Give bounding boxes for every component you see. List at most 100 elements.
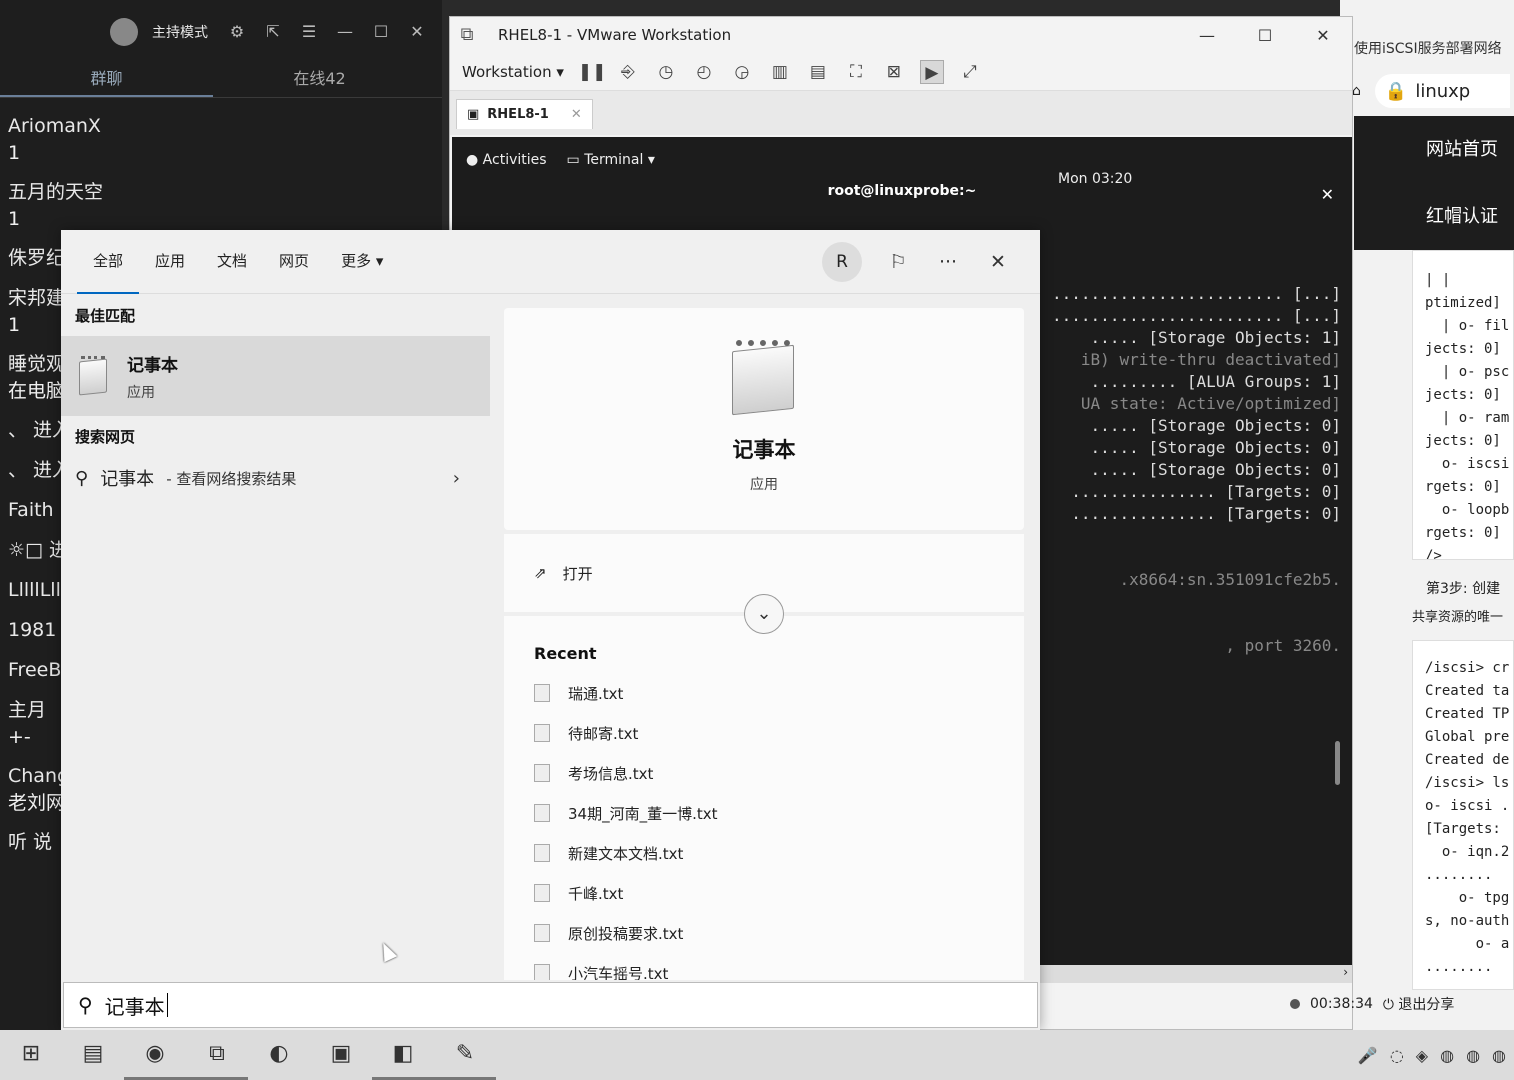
vmware-icon[interactable]: ⧉ bbox=[186, 1030, 248, 1080]
snapshot-manager-icon[interactable]: ◶ bbox=[730, 60, 754, 84]
recent-file-name: 瑞通.txt bbox=[568, 684, 624, 703]
close-icon[interactable]: ✕ bbox=[1321, 185, 1334, 204]
app-detail-card: 记事本 应用 bbox=[504, 308, 1024, 530]
terminal-line: ........................ [...] bbox=[1052, 306, 1341, 325]
best-match-item[interactable]: 记事本 应用 bbox=[61, 336, 490, 416]
search-box[interactable]: ⚲ 记事本 bbox=[63, 982, 1038, 1028]
notepad-icon bbox=[77, 356, 111, 396]
settings-icon[interactable]: ⚙ bbox=[226, 21, 248, 43]
terminal-line: , port 3260. bbox=[1225, 636, 1341, 655]
search-input[interactable]: 记事本 bbox=[105, 991, 165, 1020]
horizontal-scrollbar[interactable]: › bbox=[1040, 965, 1352, 983]
user-avatar[interactable]: R bbox=[822, 241, 862, 282]
file-explorer-icon[interactable]: ▤ bbox=[62, 1030, 124, 1080]
workstation-menu[interactable]: Workstation ▾ bbox=[462, 63, 564, 81]
recent-file-item[interactable]: 考场信息.txt bbox=[534, 753, 994, 793]
expand-button[interactable]: ⌄ bbox=[504, 594, 1024, 634]
filter-more[interactable]: 更多 ▾ bbox=[325, 230, 399, 294]
tab-online[interactable]: 在线42 bbox=[213, 64, 426, 97]
more-options-icon[interactable]: ··· bbox=[934, 251, 962, 273]
recent-file-item[interactable]: 新建文本文档.txt bbox=[534, 833, 994, 873]
browser-tab-title[interactable]: 使用iSCSI服务部署网络 bbox=[1354, 38, 1502, 58]
share-timer: 00:38:34 bbox=[1310, 996, 1373, 1012]
minimize-icon[interactable]: — bbox=[1178, 26, 1236, 45]
maximize-icon[interactable]: ☐ bbox=[1236, 26, 1294, 45]
recent-file-name: 考场信息.txt bbox=[568, 764, 654, 783]
recent-file-name: 千峰.txt bbox=[568, 884, 624, 903]
recent-files-card: Recent 瑞通.txt 待邮寄.txt 考场信息.txt 34期_河南_董一博.t… bbox=[504, 616, 1024, 980]
maximize-icon[interactable]: ☐ bbox=[370, 21, 392, 43]
network-icon[interactable]: ◈ bbox=[1416, 1046, 1428, 1065]
recent-file-item[interactable]: 待邮寄.txt bbox=[534, 713, 994, 753]
revert-snapshot-icon[interactable]: ◴ bbox=[692, 60, 716, 84]
filter-documents[interactable]: 文档 bbox=[201, 230, 263, 294]
chevron-right-icon[interactable]: › bbox=[453, 468, 460, 489]
chat-app-2-icon[interactable]: ◍ bbox=[1466, 1046, 1480, 1065]
popout-icon[interactable]: ⇱ bbox=[262, 21, 284, 43]
recent-file-name: 原创投稿要求.txt bbox=[568, 924, 684, 943]
tray-app-icon[interactable]: ◌ bbox=[1390, 1046, 1404, 1065]
thumbnail-bar-icon[interactable]: ▤ bbox=[806, 60, 830, 84]
fullscreen-icon[interactable]: ⛶ bbox=[844, 60, 868, 84]
workstation-menu-label: Workstation bbox=[462, 62, 552, 81]
feedback-icon[interactable]: ⚐ bbox=[884, 251, 912, 273]
stretch-icon[interactable]: ⤢ bbox=[958, 60, 982, 84]
vmware-toolbar: Workstation ▾ ❚❚ ⎆ ◷ ◴ ◶ ▥ ▤ ⛶ ⊠ ▶ ⤢ bbox=[450, 53, 1352, 91]
filter-all[interactable]: 全部 bbox=[77, 230, 140, 294]
menu-icon[interactable]: ☰ bbox=[298, 21, 320, 43]
address-text: linuxp bbox=[1415, 80, 1471, 102]
terminal-app-menu[interactable]: ▭ Terminal ▾ bbox=[567, 152, 655, 168]
text-file-icon bbox=[534, 804, 550, 822]
terminal-icon: ▭ bbox=[566, 152, 580, 168]
exit-share-button[interactable]: ⏻ 退出分享 bbox=[1383, 994, 1455, 1014]
vm-tab[interactable]: ▣ RHEL8-1 ✕ bbox=[456, 99, 593, 129]
recent-file-item[interactable]: 千峰.txt bbox=[534, 873, 994, 913]
close-icon[interactable]: ✕ bbox=[406, 21, 428, 43]
web-query: 记事本 bbox=[100, 469, 155, 490]
chrome-icon[interactable]: ◉ bbox=[124, 1030, 186, 1080]
taskbar: ⊞ ▤ ◉ ⧉ ◐ ▣ ◧ ✎ 🎤 ◌ ◈ ◍ ◍ ◍ bbox=[0, 1030, 1514, 1080]
snapshot-icon[interactable]: ◷ bbox=[654, 60, 678, 84]
close-icon[interactable]: ✕ bbox=[984, 251, 1012, 273]
nav-home-link[interactable]: 网站首页 bbox=[1354, 116, 1514, 183]
send-ctrl-alt-del-icon[interactable]: ⎆ bbox=[616, 60, 640, 84]
screen-app-icon[interactable]: ▣ bbox=[310, 1030, 372, 1080]
minimize-icon[interactable]: — bbox=[334, 21, 356, 43]
text-file-icon bbox=[534, 924, 550, 942]
address-bar[interactable]: 🔒 linuxp bbox=[1374, 74, 1510, 108]
pause-icon[interactable]: ❚❚ bbox=[578, 60, 607, 84]
web-search-result[interactable]: ⚲ 记事本 - 查看网络搜索结果 › bbox=[61, 457, 490, 499]
chat-app-3-icon[interactable]: ◍ bbox=[1492, 1046, 1506, 1065]
close-icon[interactable]: ✕ bbox=[1294, 26, 1352, 45]
unity-icon[interactable]: ⊠ bbox=[882, 60, 906, 84]
lock-icon: 🔒 bbox=[1384, 80, 1408, 102]
filter-web[interactable]: 网页 bbox=[263, 230, 325, 294]
nav-redhat-link[interactable]: 红帽认证 bbox=[1354, 183, 1514, 250]
recent-file-item[interactable]: 34期_河南_董一博.txt bbox=[534, 793, 994, 833]
recent-list: 瑞通.txt 待邮寄.txt 考场信息.txt 34期_河南_董一博.txt 新建文本文… bbox=[534, 673, 994, 980]
close-tab-icon[interactable]: ✕ bbox=[571, 107, 582, 122]
recent-file-item[interactable]: 瑞通.txt bbox=[534, 673, 994, 713]
activities-button[interactable]: ● Activities bbox=[466, 152, 547, 168]
tab-group-chat[interactable]: 群聊 bbox=[0, 64, 213, 97]
filter-apps[interactable]: 应用 bbox=[139, 230, 201, 294]
host-mode-label: 主持模式 bbox=[152, 25, 208, 41]
vmware-title: RHEL8-1 - VMware Workstation bbox=[498, 26, 732, 44]
vmware-app-icon: ⧉ bbox=[460, 24, 474, 45]
chat-app-icon[interactable]: ◍ bbox=[1440, 1046, 1454, 1065]
capture-app-icon[interactable]: ◧ bbox=[372, 1030, 434, 1080]
tool-app-icon[interactable]: ✎ bbox=[434, 1030, 496, 1080]
share-bar: 00:38:34 ⏻ 退出分享 bbox=[1290, 994, 1454, 1014]
app-globe-icon[interactable]: ◐ bbox=[248, 1030, 310, 1080]
microphone-icon[interactable]: 🎤 bbox=[1358, 1046, 1378, 1065]
home-icon[interactable]: ⌂ bbox=[1352, 83, 1361, 99]
sidebar-toggle-icon[interactable]: ▥ bbox=[768, 60, 792, 84]
console-view-icon[interactable]: ▶ bbox=[919, 59, 944, 84]
terminal-scrollbar[interactable] bbox=[1335, 741, 1340, 785]
recent-file-item[interactable]: 小汽车摇号.txt bbox=[534, 953, 994, 980]
windows-search-panel: 全部 应用 文档 网页 更多 ▾ R ⚐ ··· ✕ 最佳匹配 记事本 应用 搜… bbox=[61, 230, 1040, 1030]
terminal-output: ........................ [...]..........… bbox=[1041, 283, 1341, 657]
recent-file-item[interactable]: 原创投稿要求.txt bbox=[534, 913, 994, 953]
start-windows-icon[interactable]: ⊞ bbox=[0, 1030, 62, 1080]
